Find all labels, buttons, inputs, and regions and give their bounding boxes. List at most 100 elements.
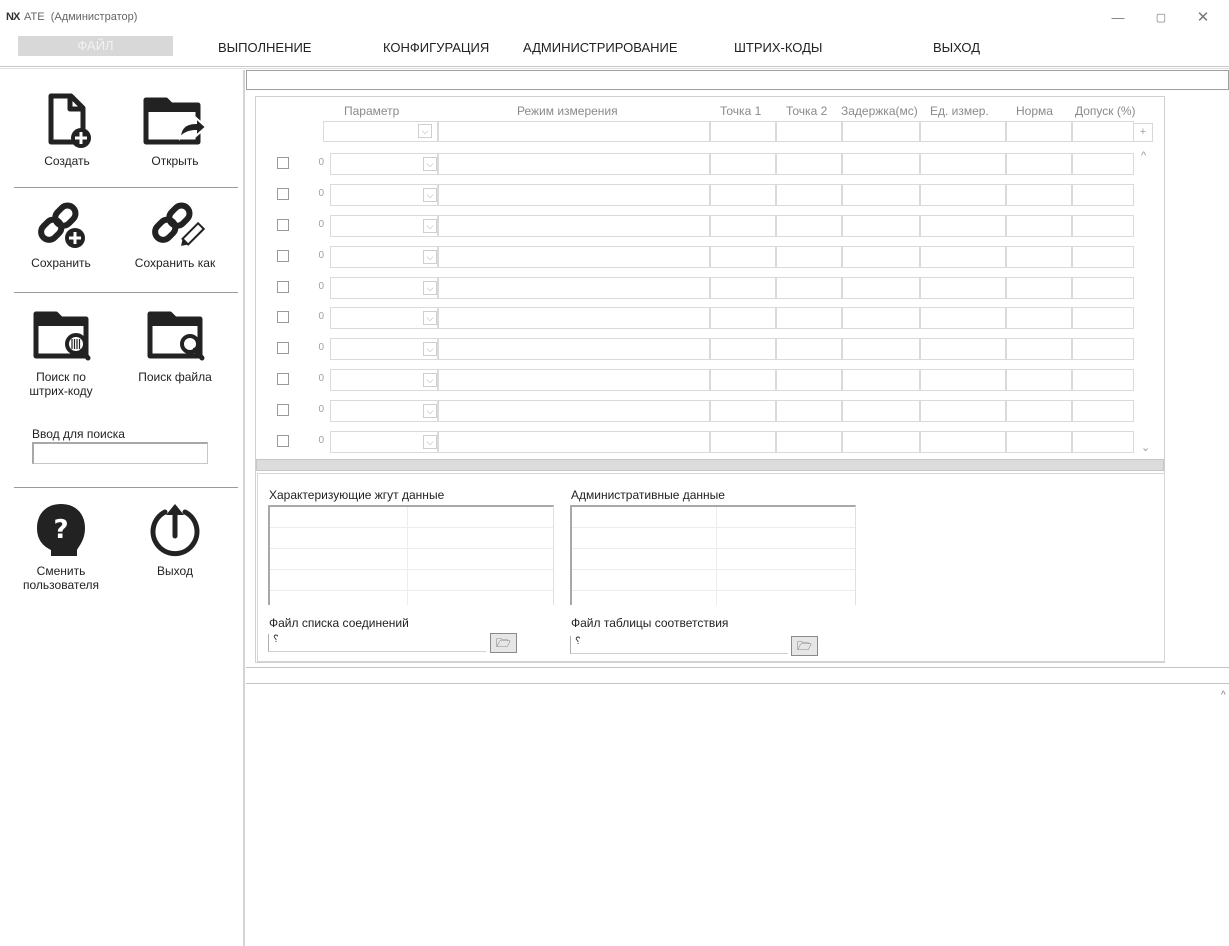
table-cell[interactable]	[438, 307, 710, 329]
table-cell[interactable]	[1006, 307, 1072, 329]
table-cell[interactable]	[710, 400, 776, 422]
table-cell[interactable]	[1006, 246, 1072, 268]
table-cell[interactable]	[1006, 277, 1072, 299]
chevron-down-icon[interactable]: ⌵	[418, 124, 432, 138]
parameter-select[interactable]	[330, 369, 438, 391]
table-cell[interactable]	[776, 215, 842, 237]
table-cell[interactable]	[1006, 153, 1072, 175]
menu-barcodes[interactable]: ШТРИХ-КОДЫ	[734, 40, 822, 55]
table-cell[interactable]	[920, 431, 1006, 453]
table-cell[interactable]	[1072, 338, 1134, 360]
chevron-down-icon[interactable]: ⌵	[423, 219, 437, 233]
table-cell[interactable]	[842, 246, 920, 268]
mapping-file-field[interactable]: ␦	[570, 636, 788, 654]
harness-data-table[interactable]	[268, 505, 554, 605]
parameter-select[interactable]	[330, 153, 438, 175]
netlist-file-field[interactable]: ␦	[268, 634, 486, 652]
menu-admin[interactable]: АДМИНИСТРИРОВАНИЕ	[523, 40, 678, 55]
table-cell[interactable]	[842, 431, 920, 453]
chevron-down-icon[interactable]: ⌵	[423, 157, 437, 171]
parameter-select[interactable]	[330, 246, 438, 268]
admin-data-table[interactable]	[570, 505, 856, 605]
filter-cell[interactable]	[1072, 121, 1134, 142]
parameter-select[interactable]	[330, 184, 438, 206]
row-checkbox[interactable]	[277, 404, 289, 416]
table-cell[interactable]	[776, 338, 842, 360]
table-cell[interactable]	[842, 184, 920, 206]
table-cell[interactable]	[1072, 307, 1134, 329]
table-cell[interactable]	[776, 431, 842, 453]
chevron-down-icon[interactable]: ⌵	[423, 373, 437, 387]
chevron-down-icon[interactable]: ⌵	[423, 188, 437, 202]
chevron-down-icon[interactable]: ⌵	[423, 404, 437, 418]
table-cell[interactable]	[1006, 215, 1072, 237]
maximize-button[interactable]: ▢	[1146, 8, 1176, 28]
table-cell[interactable]	[438, 153, 710, 175]
chevron-down-icon[interactable]: ⌵	[423, 311, 437, 325]
switch-user-button[interactable]: ? Сменить пользователя	[6, 500, 116, 592]
table-cell[interactable]	[842, 400, 920, 422]
table-cell[interactable]	[1006, 431, 1072, 453]
add-row-button[interactable]: +	[1133, 123, 1153, 142]
log-scroll-up-button[interactable]: ^	[1221, 690, 1226, 701]
menu-file[interactable]: ФАЙЛ	[18, 36, 173, 56]
save-as-button[interactable]: Сохранить как	[120, 192, 230, 282]
row-checkbox[interactable]	[277, 250, 289, 262]
table-cell[interactable]	[438, 215, 710, 237]
parameter-select[interactable]	[330, 400, 438, 422]
table-cell[interactable]	[920, 277, 1006, 299]
table-cell[interactable]	[1006, 369, 1072, 391]
table-cell[interactable]	[1072, 369, 1134, 391]
search-file-button[interactable]: Поиск файла	[120, 306, 230, 396]
menu-config[interactable]: КОНФИГУРАЦИЯ	[383, 40, 489, 55]
table-cell[interactable]	[842, 215, 920, 237]
table-cell[interactable]	[710, 184, 776, 206]
row-checkbox[interactable]	[277, 373, 289, 385]
table-cell[interactable]	[920, 153, 1006, 175]
open-button[interactable]: Открыть	[120, 90, 230, 180]
table-cell[interactable]	[920, 246, 1006, 268]
table-cell[interactable]	[710, 338, 776, 360]
table-cell[interactable]	[1072, 184, 1134, 206]
table-cell[interactable]	[776, 400, 842, 422]
table-cell[interactable]	[920, 369, 1006, 391]
table-cell[interactable]	[776, 153, 842, 175]
menu-run[interactable]: ВЫПОЛНЕНИЕ	[218, 40, 311, 55]
table-cell[interactable]	[920, 338, 1006, 360]
table-cell[interactable]	[776, 307, 842, 329]
parameter-select[interactable]	[330, 307, 438, 329]
table-cell[interactable]	[776, 184, 842, 206]
netlist-browse-button[interactable]: 🗁	[490, 633, 517, 653]
table-cell[interactable]	[710, 246, 776, 268]
search-barcode-button[interactable]: Поиск по штрих-коду	[6, 306, 116, 398]
table-cell[interactable]	[1006, 184, 1072, 206]
table-cell[interactable]	[710, 369, 776, 391]
filter-cell[interactable]	[842, 121, 920, 142]
chevron-down-icon[interactable]: ⌵	[423, 342, 437, 356]
parameter-select[interactable]	[330, 431, 438, 453]
table-cell[interactable]	[842, 307, 920, 329]
parameter-select[interactable]	[330, 277, 438, 299]
table-cell[interactable]	[842, 277, 920, 299]
table-cell[interactable]	[1072, 400, 1134, 422]
filter-cell[interactable]	[438, 121, 710, 142]
table-cell[interactable]	[438, 400, 710, 422]
close-window-button[interactable]: ✕	[1188, 8, 1218, 28]
table-cell[interactable]	[920, 400, 1006, 422]
row-checkbox[interactable]	[277, 157, 289, 169]
table-cell[interactable]	[1072, 153, 1134, 175]
table-cell[interactable]	[920, 307, 1006, 329]
save-button[interactable]: Сохранить	[6, 192, 116, 282]
chevron-down-icon[interactable]: ⌵	[423, 281, 437, 295]
table-cell[interactable]	[842, 153, 920, 175]
table-cell[interactable]	[438, 277, 710, 299]
row-checkbox[interactable]	[277, 311, 289, 323]
menu-exit[interactable]: ВЫХОД	[933, 40, 980, 55]
filter-cell[interactable]	[1006, 121, 1072, 142]
table-cell[interactable]	[1072, 246, 1134, 268]
table-cell[interactable]	[920, 215, 1006, 237]
table-cell[interactable]	[710, 153, 776, 175]
table-cell[interactable]	[776, 277, 842, 299]
row-checkbox[interactable]	[277, 188, 289, 200]
table-cell[interactable]	[1072, 215, 1134, 237]
